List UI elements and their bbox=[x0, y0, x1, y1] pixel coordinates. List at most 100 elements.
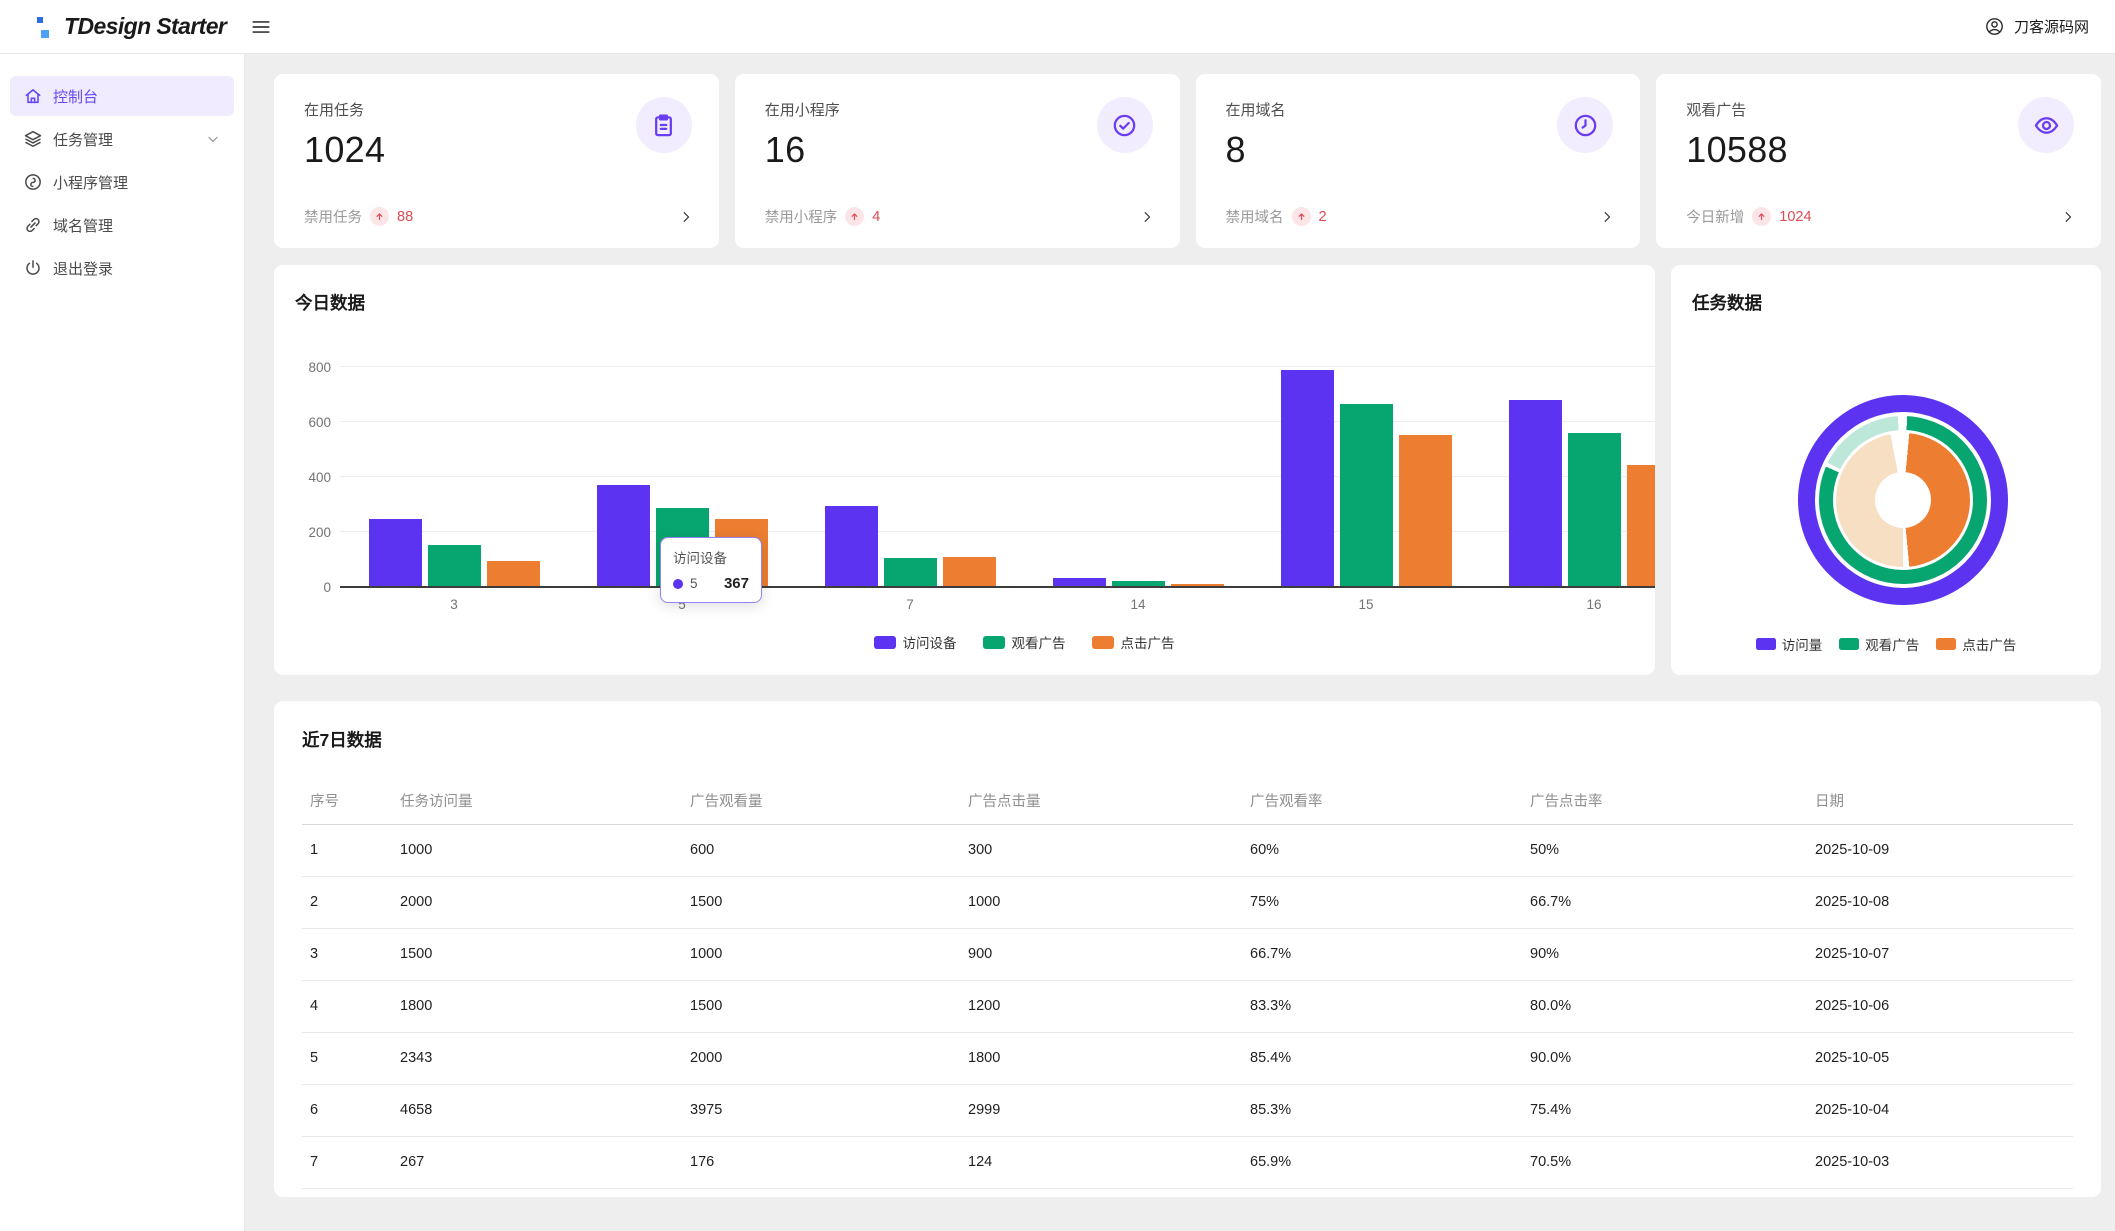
legend-item-访问量[interactable]: 访问量 bbox=[1755, 634, 1822, 654]
stat-card-footer-value: 88 bbox=[397, 208, 414, 225]
table-cell: 65.9% bbox=[1242, 1136, 1522, 1189]
bar-观看广告[interactable] bbox=[883, 558, 937, 586]
stat-card-footer-label: 今日新增 bbox=[1686, 210, 1745, 226]
tooltip-series-label: 5 bbox=[690, 576, 698, 591]
table-cell: 1000 bbox=[392, 824, 682, 877]
table-column-header: 序号 bbox=[302, 777, 392, 825]
bar-点击广告[interactable] bbox=[942, 557, 996, 586]
last7days-table-card: 近7日数据 序号 任务访问量 广告观看量 广告点击量 广告观看率 广告点击率 日期 1 100… bbox=[274, 701, 2101, 1197]
sidebar-item-tasks[interactable]: 任务管理 bbox=[10, 119, 234, 159]
legend-swatch-icon bbox=[1091, 635, 1114, 649]
check-circle-icon bbox=[1096, 97, 1153, 153]
table-column-header: 广告观看率 bbox=[1242, 777, 1522, 825]
app-logo[interactable]: TDesign Starter bbox=[37, 13, 227, 40]
chevron-right-icon[interactable] bbox=[1599, 209, 1615, 225]
chevron-right-icon[interactable] bbox=[1139, 209, 1155, 225]
stat-card-ads-viewed: 观看广告 10588 今日新增 1024 bbox=[1656, 74, 2101, 248]
table-cell: 7 bbox=[302, 1136, 392, 1189]
bar-观看广告[interactable] bbox=[1339, 404, 1393, 586]
data-table: 序号 任务访问量 广告观看量 广告点击量 广告观看率 广告点击率 日期 1 1000 600 30… bbox=[302, 777, 2073, 1189]
table-cell: 5 bbox=[302, 1032, 392, 1085]
table-cell: 2000 bbox=[682, 1032, 960, 1085]
stat-card-footer-label: 禁用域名 bbox=[1225, 210, 1284, 226]
table-cell: 2025-10-06 bbox=[1807, 980, 2073, 1033]
table-cell: 2025-10-07 bbox=[1807, 928, 2073, 981]
bar-点击广告[interactable] bbox=[1398, 435, 1452, 586]
table-cell: 1200 bbox=[960, 980, 1242, 1033]
bar-点击广告[interactable] bbox=[486, 561, 540, 586]
bar-访问设备[interactable] bbox=[1508, 400, 1562, 586]
legend-item-观看广告[interactable]: 观看广告 bbox=[1839, 634, 1919, 654]
table-column-header: 广告点击量 bbox=[960, 777, 1242, 825]
table-cell: 75% bbox=[1242, 876, 1522, 929]
bar-观看广告[interactable] bbox=[1567, 433, 1621, 586]
sidebar-item-label: 小程序管理 bbox=[53, 174, 129, 192]
x-tick-label: 16 bbox=[1586, 597, 1602, 612]
trend-up-icon bbox=[370, 207, 389, 226]
table-cell: 2025-10-05 bbox=[1807, 1032, 2073, 1085]
stat-card-footer-label: 禁用任务 bbox=[304, 210, 362, 226]
stat-card-title: 在用域名 bbox=[1225, 102, 1286, 119]
bar-点击广告[interactable] bbox=[1170, 584, 1224, 586]
table-cell: 6 bbox=[302, 1084, 392, 1137]
menu-toggle-icon[interactable] bbox=[250, 16, 272, 38]
table-cell: 80.0% bbox=[1522, 980, 1807, 1033]
y-tick-label: 600 bbox=[308, 415, 331, 430]
tooltip-title: 访问设备 bbox=[673, 551, 727, 566]
bar-访问设备[interactable] bbox=[596, 485, 650, 586]
table-column-header: 任务访问量 bbox=[392, 777, 682, 825]
chevron-right-icon[interactable] bbox=[2060, 209, 2076, 225]
table-cell: 66.7% bbox=[1522, 876, 1807, 929]
sidebar-item-console[interactable]: 控制台 bbox=[10, 76, 234, 116]
legend-item-访问设备[interactable]: 访问设备 bbox=[873, 632, 957, 652]
tooltip-series-dot bbox=[673, 578, 683, 589]
bar-访问设备[interactable] bbox=[824, 506, 878, 586]
sidebar-menu: 控制台任务管理小程序管理域名管理 退出登录 bbox=[0, 54, 245, 1231]
logo-mark-icon bbox=[37, 14, 51, 40]
bar-group-3 bbox=[340, 519, 568, 586]
user-name[interactable]: 刀客源码网 bbox=[2014, 16, 2089, 37]
legend-item-观看广告[interactable]: 观看广告 bbox=[982, 632, 1066, 652]
power-icon bbox=[23, 258, 43, 278]
table-cell: 2025-10-04 bbox=[1807, 1084, 2073, 1137]
table-cell: 900 bbox=[960, 928, 1242, 981]
clock-icon bbox=[1557, 97, 1614, 153]
sidebar-item-miniapp[interactable]: 小程序管理 bbox=[10, 162, 234, 202]
chevron-right-icon[interactable] bbox=[678, 209, 694, 225]
donut-chart bbox=[1798, 395, 2008, 605]
stat-card-miniapps-active: 在用小程序 16 禁用小程序 4 bbox=[734, 74, 1180, 248]
legend-swatch-icon bbox=[982, 635, 1005, 649]
table-header-row: 序号 任务访问量 广告观看量 广告点击量 广告观看率 广告点击率 日期 bbox=[302, 777, 2073, 825]
bar-观看广告[interactable] bbox=[1111, 581, 1165, 586]
table-cell: 4658 bbox=[392, 1084, 682, 1137]
logo-text: TDesign Starter bbox=[64, 13, 227, 39]
bar-观看广告[interactable] bbox=[427, 545, 481, 586]
table-row: 6 4658 3975 2999 85.3% 75.4% 2025-10-04 bbox=[302, 1084, 2073, 1137]
donut-chart-legend: 访问量 观看广告 点击广告 bbox=[1671, 634, 2101, 654]
table-cell: 1000 bbox=[960, 876, 1242, 929]
legend-item-点击广告[interactable]: 点击广告 bbox=[1091, 632, 1175, 652]
table-cell: 50% bbox=[1522, 824, 1807, 877]
bar-点击广告[interactable] bbox=[1626, 465, 1655, 586]
y-tick-label: 200 bbox=[308, 525, 331, 540]
bar-访问设备[interactable] bbox=[1052, 578, 1106, 586]
table-cell: 3975 bbox=[682, 1084, 960, 1137]
user-avatar-icon[interactable] bbox=[1984, 16, 2005, 37]
sidebar-item-label: 任务管理 bbox=[53, 131, 114, 149]
bar-chart-y-axis: 0 200 400 600 800 bbox=[274, 360, 331, 595]
legend-item-点击广告[interactable]: 点击广告 bbox=[1936, 634, 2016, 654]
bar-chart-plot bbox=[340, 366, 1655, 588]
sidebar-item-domain[interactable]: 域名管理 bbox=[10, 205, 234, 245]
stat-card-footer-value: 2 bbox=[1318, 208, 1327, 225]
bar-访问设备[interactable] bbox=[368, 519, 422, 586]
table-cell: 600 bbox=[682, 824, 960, 877]
stat-card-footer-label: 禁用小程序 bbox=[764, 210, 838, 226]
sidebar-item-logout[interactable]: 退出登录 bbox=[10, 248, 234, 288]
table-cell: 124 bbox=[960, 1136, 1242, 1189]
bar-访问设备[interactable] bbox=[1280, 370, 1334, 586]
table-row: 4 1800 1500 1200 83.3% 80.0% 2025-10-06 bbox=[302, 980, 2073, 1033]
y-tick-label: 800 bbox=[308, 360, 331, 375]
trend-up-icon bbox=[1291, 207, 1311, 226]
table-cell: 2025-10-09 bbox=[1807, 824, 2073, 877]
bar-chart-legend: 访问设备 观看广告 点击广告 bbox=[340, 632, 1655, 652]
